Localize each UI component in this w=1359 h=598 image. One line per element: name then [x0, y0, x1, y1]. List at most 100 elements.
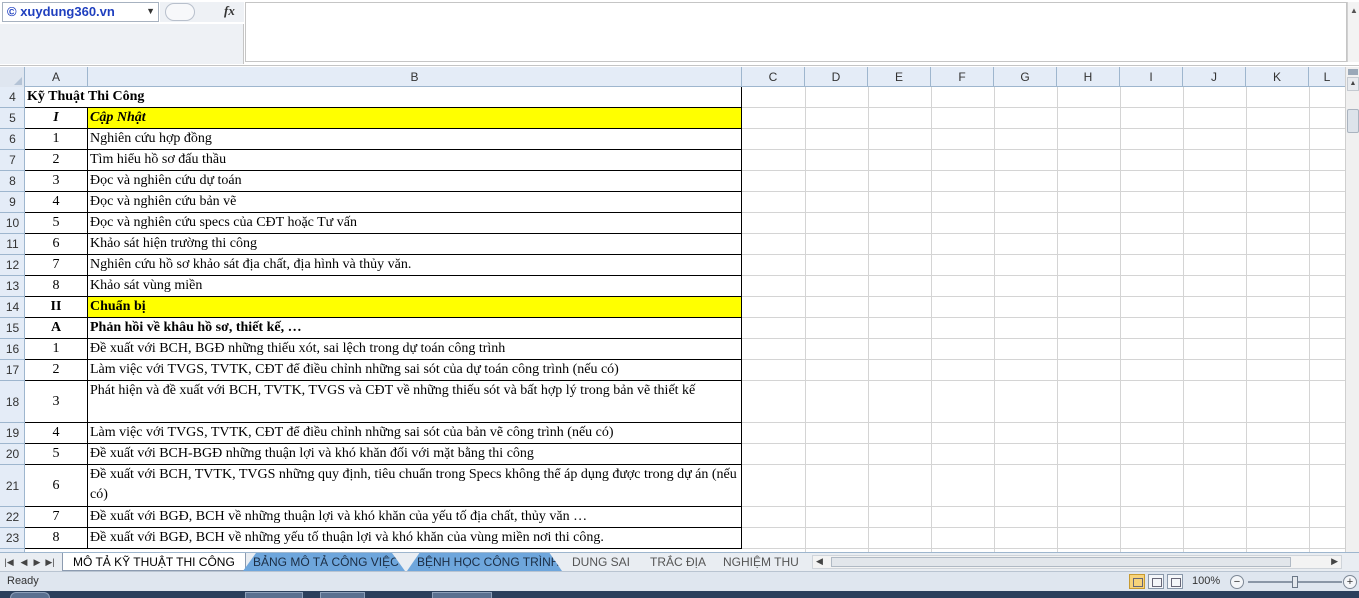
formula-input[interactable] — [245, 2, 1347, 62]
horizontal-scroll-thumb[interactable] — [831, 557, 1291, 567]
cell-a9[interactable]: 4 — [25, 192, 88, 213]
tab-dung-sai[interactable]: DUNG SAI — [562, 553, 640, 571]
start-button[interactable] — [10, 592, 50, 598]
tab-trac-dia[interactable]: TRẮC ĐỊA — [640, 553, 716, 571]
tab-mo-ta-ky-thuat-thi-cong[interactable]: MÔ TẢ KỸ THUẬT THI CÔNG — [62, 553, 246, 571]
row-header-12[interactable]: 12 — [0, 255, 25, 276]
column-header-f[interactable]: F — [931, 67, 994, 87]
cell-b21[interactable]: Đề xuất với BCH, TVTK, TVGS những quy đị… — [88, 465, 742, 507]
cell-b10[interactable]: Đọc và nghiên cứu specs của CĐT hoặc Tư … — [88, 213, 742, 234]
cell-b6[interactable]: Nghiên cứu hợp đồng — [88, 129, 742, 150]
cell-b14[interactable]: Chuẩn bị — [88, 297, 742, 318]
cell-b19[interactable]: Làm việc với TVGS, TVTK, CĐT để điều chỉ… — [88, 423, 742, 444]
cell-a12[interactable]: 7 — [25, 255, 88, 276]
normal-view-icon[interactable] — [1129, 574, 1145, 589]
cell-a23[interactable]: 8 — [25, 528, 88, 549]
cell-a13[interactable]: 8 — [25, 276, 88, 297]
cell-a19[interactable]: 4 — [25, 423, 88, 444]
row-header-17[interactable]: 17 — [0, 360, 25, 381]
column-header-l[interactable]: L — [1309, 67, 1345, 87]
next-sheet-icon[interactable]: ▶ — [31, 555, 43, 569]
function-icon[interactable]: fx — [224, 3, 235, 19]
cell-b18[interactable]: Phát hiện và đề xuất với BCH, TVTK, TVGS… — [88, 381, 742, 423]
scroll-left-icon[interactable]: ◀ — [816, 556, 823, 567]
page-break-view-icon[interactable] — [1167, 574, 1183, 589]
cell-a11[interactable]: 6 — [25, 234, 88, 255]
cell-a21[interactable]: 6 — [25, 465, 88, 507]
column-header-k[interactable]: K — [1246, 67, 1309, 87]
chevron-up-icon[interactable]: ▲ — [1350, 6, 1358, 15]
cell-b7[interactable]: Tìm hiểu hồ sơ đấu thầu — [88, 150, 742, 171]
row-header-22[interactable]: 22 — [0, 507, 25, 528]
row-header-7[interactable]: 7 — [0, 150, 25, 171]
split-handle[interactable] — [1348, 69, 1358, 75]
cell-title[interactable]: Kỹ Thuật Thi Công — [25, 87, 742, 108]
row-header-19[interactable]: 19 — [0, 423, 25, 444]
horizontal-scrollbar[interactable]: ◀ ▶ — [812, 555, 1342, 569]
cell-a17[interactable]: 2 — [25, 360, 88, 381]
formula-bar-scrollbar[interactable]: ▲ — [1347, 2, 1359, 62]
column-header-h[interactable]: H — [1057, 67, 1120, 87]
last-sheet-icon[interactable]: ▶| — [44, 555, 56, 569]
cell-a5[interactable]: I — [25, 108, 88, 129]
cell-a18[interactable]: 3 — [25, 381, 88, 423]
row-header-9[interactable]: 9 — [0, 192, 25, 213]
cell-b15[interactable]: Phản hồi về khâu hồ sơ, thiết kế, … — [88, 318, 742, 339]
row-header-23[interactable]: 23 — [0, 528, 25, 549]
column-header-d[interactable]: D — [805, 67, 868, 87]
chevron-down-icon[interactable]: ▼ — [146, 6, 155, 16]
tab-benh-hoc-cong-trinh[interactable]: BỆNH HỌC CÔNG TRÌNH — [407, 553, 562, 571]
cell-b9[interactable]: Đọc và nghiên cứu bản vẽ — [88, 192, 742, 213]
row-header-13[interactable]: 13 — [0, 276, 25, 297]
tab-nghiem-thu[interactable]: NGHIỆM THU — [713, 553, 809, 571]
row-header-21[interactable]: 21 — [0, 465, 25, 507]
column-header-g[interactable]: G — [994, 67, 1057, 87]
column-header-b[interactable]: B — [88, 67, 742, 87]
cell-a20[interactable]: 5 — [25, 444, 88, 465]
cell-b11[interactable]: Khảo sát hiện trường thi công — [88, 234, 742, 255]
cell-b12[interactable]: Nghiên cứu hồ sơ khảo sát địa chất, địa … — [88, 255, 742, 276]
taskbar-app[interactable] — [320, 592, 365, 598]
scroll-up-icon[interactable]: ▲ — [1347, 77, 1359, 91]
row-header-15[interactable]: 15 — [0, 318, 25, 339]
column-header-c[interactable]: C — [742, 67, 805, 87]
cell-b5[interactable]: Cập Nhật — [88, 108, 742, 129]
cell-b17[interactable]: Làm việc với TVGS, TVTK, CĐT để điều chỉ… — [88, 360, 742, 381]
name-box[interactable]: © xuydung360.vn ▼ — [2, 2, 159, 22]
vertical-scrollbar[interactable]: ▲ — [1345, 67, 1359, 552]
zoom-out-icon[interactable]: − — [1230, 575, 1244, 589]
row-header-14[interactable]: 14 — [0, 297, 25, 318]
taskbar-app[interactable] — [432, 592, 492, 598]
tab-bang-mo-ta-cong-viec[interactable]: BẢNG MÔ TẢ CÔNG VIỆC — [243, 553, 405, 571]
formula-buttons-handle[interactable] — [165, 3, 195, 21]
zoom-in-icon[interactable]: + — [1343, 575, 1357, 589]
cell-a10[interactable]: 5 — [25, 213, 88, 234]
column-header-e[interactable]: E — [868, 67, 931, 87]
taskbar-app[interactable] — [245, 592, 303, 598]
cell-b20[interactable]: Đề xuất với BCH-BGĐ những thuận lợi và k… — [88, 444, 742, 465]
cell-grid[interactable]: Kỹ Thuật Thi Công I Cập Nhật 1 Nghiên cứ… — [25, 87, 1345, 552]
cell-b16[interactable]: Đề xuất với BCH, BGĐ những thiếu xót, sa… — [88, 339, 742, 360]
cell-a22[interactable]: 7 — [25, 507, 88, 528]
row-header-6[interactable]: 6 — [0, 129, 25, 150]
scroll-thumb[interactable] — [1347, 109, 1359, 133]
column-header-i[interactable]: I — [1120, 67, 1183, 87]
row-header-16[interactable]: 16 — [0, 339, 25, 360]
row-header-11[interactable]: 11 — [0, 234, 25, 255]
cell-a6[interactable]: 1 — [25, 129, 88, 150]
row-header-5[interactable]: 5 — [0, 108, 25, 129]
row-header-18[interactable]: 18 — [0, 381, 25, 423]
cell-b13[interactable]: Khảo sát vùng miền — [88, 276, 742, 297]
row-header-20[interactable]: 20 — [0, 444, 25, 465]
cell-b8[interactable]: Đọc và nghiên cứu dự toán — [88, 171, 742, 192]
column-header-j[interactable]: J — [1183, 67, 1246, 87]
page-layout-view-icon[interactable] — [1148, 574, 1164, 589]
cell-a15[interactable]: A — [25, 318, 88, 339]
cell-b23[interactable]: Đề xuất với BGĐ, BCH về những yếu tố thu… — [88, 528, 742, 549]
row-header-10[interactable]: 10 — [0, 213, 25, 234]
scroll-right-icon[interactable]: ▶ — [1331, 556, 1338, 567]
row-header-8[interactable]: 8 — [0, 171, 25, 192]
row-header-4[interactable]: 4 — [0, 87, 25, 108]
zoom-slider-knob[interactable] — [1292, 576, 1298, 588]
cell-a7[interactable]: 2 — [25, 150, 88, 171]
